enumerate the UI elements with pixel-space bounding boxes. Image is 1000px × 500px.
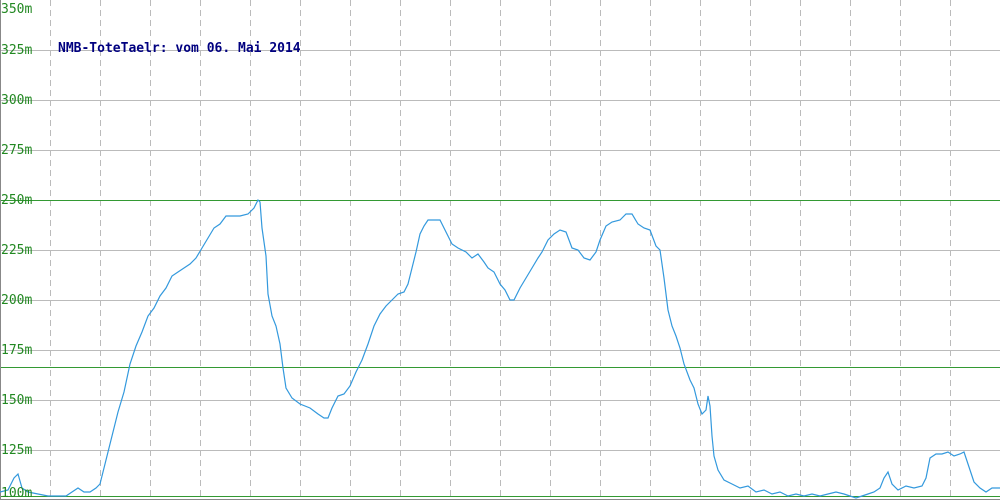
chart-title: NMB-ToteTaelr: vom 06. Mai 2014 bbox=[58, 41, 301, 56]
y-tick-label: 125m bbox=[1, 443, 32, 458]
y-tick-label: 100m bbox=[1, 486, 32, 500]
y-tick-label: 250m bbox=[1, 193, 32, 208]
y-tick-label: 350m bbox=[1, 2, 32, 17]
y-tick-label: 225m bbox=[1, 243, 32, 258]
y-tick-label: 175m bbox=[1, 343, 32, 358]
y-tick-label: 200m bbox=[1, 293, 32, 308]
y-tick-label: 275m bbox=[1, 143, 32, 158]
y-tick-label: 300m bbox=[1, 93, 32, 108]
y-tick-label: 150m bbox=[1, 393, 32, 408]
y-tick-label: 325m bbox=[1, 43, 32, 58]
elevation-chart: 100m 125m 150m 175m 200m 225m 250m 275m 300m 325m… bbox=[0, 0, 1000, 500]
